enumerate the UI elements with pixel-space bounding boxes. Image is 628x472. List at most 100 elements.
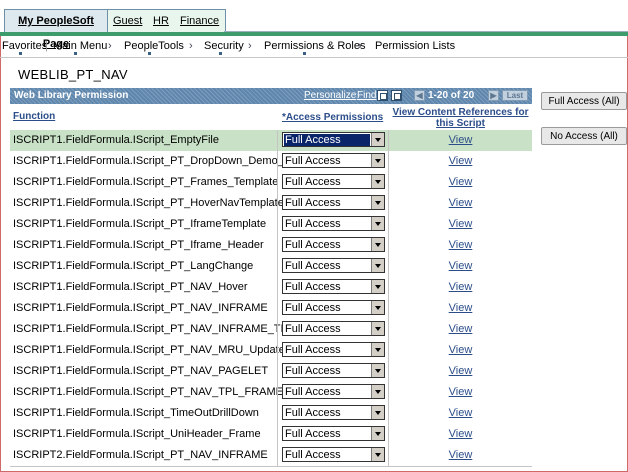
table-row[interactable]: ISCRIPT1.FieldFormula.IScript_PT_LangCha… bbox=[10, 256, 532, 278]
first-page-icon[interactable]: ◀ bbox=[414, 90, 425, 101]
chevron-down-icon[interactable] bbox=[371, 364, 384, 377]
column-divider bbox=[277, 151, 278, 172]
view-content-references-link[interactable]: View bbox=[388, 239, 533, 251]
access-permission-select[interactable]: Full Access bbox=[282, 384, 385, 399]
chevron-down-icon[interactable] bbox=[371, 427, 384, 440]
view-content-references-link[interactable]: View bbox=[388, 449, 533, 461]
table-row[interactable]: ISCRIPT1.FieldFormula.IScript_TimeOutDri… bbox=[10, 403, 532, 425]
table-row[interactable]: ISCRIPT2.FieldFormula.IScript_PT_NAV_INF… bbox=[10, 445, 532, 467]
access-permission-select[interactable]: Full Access bbox=[282, 342, 385, 357]
breadcrumb-peopletools[interactable]: PeopleTools bbox=[124, 37, 184, 55]
table-row[interactable]: ISCRIPT1.FieldFormula.IScript_PT_NAV_PAG… bbox=[10, 361, 532, 383]
download-icon[interactable] bbox=[391, 90, 402, 101]
table-row[interactable]: ISCRIPT1.FieldFormula.IScript_PT_Frames_… bbox=[10, 172, 532, 194]
table-row[interactable]: ISCRIPT1.FieldFormula.IScript_PT_DropDow… bbox=[10, 151, 532, 173]
find-link[interactable]: Find bbox=[357, 88, 376, 104]
access-permission-select[interactable]: Full Access bbox=[282, 447, 385, 462]
view-content-references-link[interactable]: View bbox=[388, 323, 533, 335]
function-cell: ISCRIPT1.FieldFormula.IScript_PT_LangCha… bbox=[13, 260, 254, 272]
access-permission-select[interactable]: Full Access bbox=[282, 258, 385, 273]
view-content-references-link[interactable]: View bbox=[388, 260, 533, 272]
table-row[interactable]: ISCRIPT1.FieldFormula.IScript_PT_NAV_TPL… bbox=[10, 382, 532, 404]
access-permission-select[interactable]: Full Access bbox=[282, 195, 385, 210]
access-permission-select[interactable]: Full Access bbox=[282, 363, 385, 378]
tab-my-peoplesoft-page[interactable]: My PeopleSoft Page bbox=[4, 9, 108, 50]
breadcrumb-permissions-roles[interactable]: Permissions & Roles bbox=[264, 37, 365, 55]
access-permission-select[interactable]: Full Access bbox=[282, 300, 385, 315]
view-content-references-link[interactable]: View bbox=[388, 344, 533, 356]
view-content-references-link[interactable]: View bbox=[388, 428, 533, 440]
view-content-references-link[interactable]: View bbox=[388, 386, 533, 398]
access-permission-select[interactable]: Full Access bbox=[282, 279, 385, 294]
chevron-down-icon[interactable] bbox=[371, 259, 384, 272]
table-row[interactable]: ISCRIPT1.FieldFormula.IScript_PT_NAV_MRU… bbox=[10, 340, 532, 362]
chevron-down-icon[interactable] bbox=[371, 301, 384, 314]
access-permission-select[interactable]: Full Access bbox=[282, 426, 385, 441]
view-all-icon[interactable] bbox=[377, 90, 388, 101]
dropdown-indicator-icon bbox=[303, 52, 306, 55]
view-content-references-link[interactable]: View bbox=[388, 365, 533, 377]
row-range: 1-20 of 20 bbox=[428, 90, 475, 101]
view-content-references-link[interactable]: View bbox=[388, 176, 533, 188]
table-row[interactable]: ISCRIPT1.FieldFormula.IScript_UniHeader_… bbox=[10, 424, 532, 446]
table-row[interactable]: ISCRIPT1.FieldFormula.IScript_PT_Iframe_… bbox=[10, 235, 532, 257]
function-cell: ISCRIPT1.FieldFormula.IScript_PT_NAV_Hov… bbox=[13, 281, 248, 293]
access-permission-select[interactable]: Full Access bbox=[282, 174, 385, 189]
tab-guest[interactable]: Guest bbox=[113, 10, 142, 33]
access-permission-select[interactable]: Full Access bbox=[282, 321, 385, 336]
view-content-references-link[interactable]: View bbox=[388, 281, 533, 293]
select-value: Full Access bbox=[285, 260, 341, 272]
table-row[interactable]: ISCRIPT1.FieldFormula.IScript_PT_IframeT… bbox=[10, 214, 532, 236]
tab-bar-accent bbox=[0, 32, 628, 36]
access-permission-select[interactable]: Full Access bbox=[282, 132, 385, 147]
chevron-down-icon[interactable] bbox=[371, 343, 384, 356]
access-permission-select[interactable]: Full Access bbox=[282, 153, 385, 168]
full-access-all-button[interactable]: Full Access (All) bbox=[541, 92, 627, 110]
no-access-all-button[interactable]: No Access (All) bbox=[541, 127, 627, 145]
view-content-references-link[interactable]: View bbox=[388, 218, 533, 230]
view-content-references-link[interactable]: View bbox=[388, 197, 533, 209]
access-permission-select[interactable]: Full Access bbox=[282, 216, 385, 231]
breadcrumb-favorites[interactable]: Favorites bbox=[2, 37, 47, 55]
chevron-down-icon[interactable] bbox=[371, 133, 384, 146]
column-function-header[interactable]: Function bbox=[13, 111, 55, 122]
column-divider bbox=[277, 361, 278, 382]
view-content-references-link[interactable]: View bbox=[388, 134, 533, 146]
chevron-down-icon[interactable] bbox=[371, 217, 384, 230]
view-content-references-link[interactable]: View bbox=[388, 155, 533, 167]
breadcrumb-permission-lists[interactable]: Permission Lists bbox=[375, 37, 455, 55]
chevron-down-icon[interactable] bbox=[371, 175, 384, 188]
function-cell: ISCRIPT1.FieldFormula.IScript_PT_DropDow… bbox=[13, 155, 303, 167]
table-row[interactable]: ISCRIPT1.FieldFormula.IScript_PT_NAV_Hov… bbox=[10, 277, 532, 299]
chevron-down-icon[interactable] bbox=[371, 196, 384, 209]
select-value: Full Access bbox=[285, 302, 341, 314]
breadcrumb-security[interactable]: Security bbox=[204, 37, 244, 55]
chevron-down-icon[interactable] bbox=[371, 238, 384, 251]
access-permission-select[interactable]: Full Access bbox=[282, 237, 385, 252]
chevron-down-icon[interactable] bbox=[371, 280, 384, 293]
table-row[interactable]: ISCRIPT1.FieldFormula.IScript_PT_HoverNa… bbox=[10, 193, 532, 215]
breadcrumb-main-menu[interactable]: Main Menu bbox=[53, 37, 107, 55]
next-page-icon[interactable]: ▶ bbox=[488, 90, 499, 101]
last-page-button[interactable]: Last bbox=[502, 90, 528, 101]
view-content-references-link[interactable]: View bbox=[388, 407, 533, 419]
dropdown-indicator-icon bbox=[74, 52, 77, 55]
chevron-down-icon[interactable] bbox=[371, 322, 384, 335]
breadcrumb-divider: | bbox=[45, 40, 48, 52]
chevron-down-icon[interactable] bbox=[371, 448, 384, 461]
access-permission-select[interactable]: Full Access bbox=[282, 405, 385, 420]
chevron-down-icon[interactable] bbox=[371, 385, 384, 398]
column-access-permissions-header[interactable]: *Access Permissions bbox=[282, 112, 383, 123]
tab-hr[interactable]: HR bbox=[153, 10, 169, 33]
table-row[interactable]: ISCRIPT1.FieldFormula.IScript_PT_NAV_INF… bbox=[10, 319, 532, 341]
chevron-down-icon[interactable] bbox=[371, 154, 384, 167]
breadcrumb-separator-icon: › bbox=[248, 40, 252, 52]
table-row[interactable]: ISCRIPT1.FieldFormula.IScript_EmptyFile F… bbox=[10, 130, 532, 152]
personalize-link[interactable]: Personalize bbox=[304, 88, 356, 104]
tab-finance[interactable]: Finance bbox=[180, 10, 219, 33]
select-value: Full Access bbox=[285, 386, 341, 398]
column-divider bbox=[277, 172, 278, 193]
chevron-down-icon[interactable] bbox=[371, 406, 384, 419]
view-content-references-link[interactable]: View bbox=[388, 302, 533, 314]
table-row[interactable]: ISCRIPT1.FieldFormula.IScript_PT_NAV_INF… bbox=[10, 298, 532, 320]
